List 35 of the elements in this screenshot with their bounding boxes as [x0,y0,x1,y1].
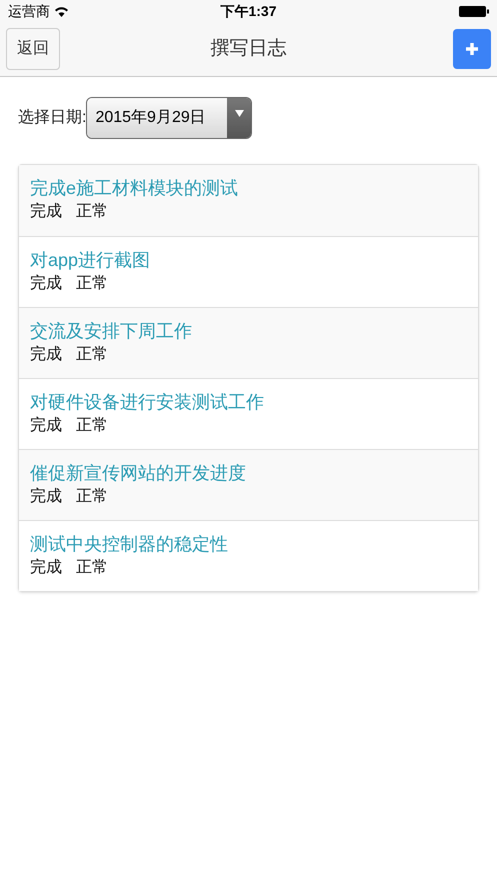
progress-text: 完成 [30,416,62,436]
battery-icon [459,6,489,16]
status-text: 正常 [76,416,108,436]
log-title: 对硬件设备进行安装测试工作 [30,391,265,414]
status-text: 正常 [76,202,108,222]
page-title: 撰写日志 [210,36,286,61]
progress-text: 完成 [30,202,62,222]
date-label: 选择日期: [18,108,86,128]
log-title: 对app进行截图 [30,249,152,272]
status-text: 正常 [76,344,108,365]
log-item[interactable]: 完成e施工材料模块的测试 完成 正常 [19,165,478,236]
date-select[interactable]: 2015年9月29日 [86,97,252,139]
log-title: 交流及安排下周工作 [30,320,193,343]
log-item[interactable]: 催促新宣传网站的开发进度 完成 正常 [19,449,478,520]
log-title: 完成e施工材料模块的测试 [30,177,240,200]
status-text: 正常 [76,274,108,294]
clock-time: 下午1:37 [220,2,277,20]
log-item[interactable]: 测试中央控制器的稳定性 完成 正常 [19,520,478,591]
progress-text: 完成 [30,274,62,294]
progress-text: 完成 [30,344,62,365]
log-item[interactable]: 对app进行截图 完成 正常 [19,236,478,307]
progress-text: 完成 [30,558,62,578]
status-text: 正常 [76,558,108,578]
carrier-name: 运营商 [8,2,50,20]
log-item[interactable]: 对硬件设备进行安装测试工作 完成 正常 [19,378,478,449]
plus-icon [464,41,480,57]
log-item[interactable]: 交流及安排下周工作 完成 正常 [19,307,478,378]
status-text: 正常 [76,486,108,507]
back-button[interactable]: 返回 [6,28,60,70]
wifi-icon [54,6,69,16]
dropdown-arrow-icon [234,110,244,117]
add-button[interactable] [453,29,491,69]
log-title: 测试中央控制器的稳定性 [30,533,229,556]
log-title: 催促新宣传网站的开发进度 [30,462,247,485]
progress-text: 完成 [30,486,62,507]
